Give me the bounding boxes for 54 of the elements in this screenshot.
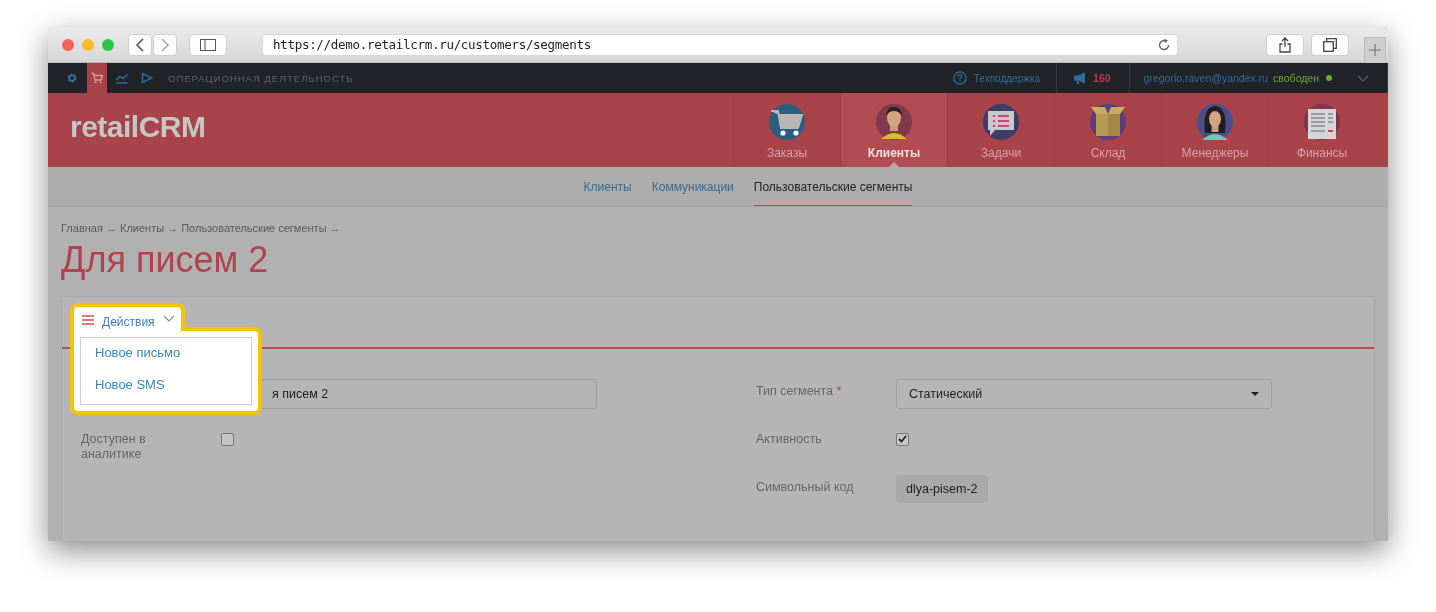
plus-icon: [1369, 44, 1381, 56]
chat-icon: [982, 103, 1020, 141]
box-icon: [1089, 103, 1127, 141]
page-title: Для писем 2: [61, 240, 270, 280]
reload-icon[interactable]: [1157, 37, 1171, 52]
back-button[interactable]: [128, 33, 152, 56]
chart-icon: [116, 72, 128, 84]
actions-button[interactable]: Действия: [70, 302, 185, 331]
nav-tab[interactable]: Клиенты: [840, 93, 947, 167]
chevron-down-icon: [162, 314, 175, 322]
field-label: Символьный код: [756, 479, 854, 494]
window-control-icon[interactable]: [102, 38, 114, 51]
field-label: Доступен в аналитике: [81, 431, 146, 462]
user-status: свободен: [1273, 72, 1319, 84]
play-icon: [141, 72, 153, 84]
user-email-link[interactable]: gregorio.raven@yandex.ru: [1143, 72, 1269, 84]
subnav-tab[interactable]: Коммуникации: [651, 167, 734, 206]
status-dot-icon: [1326, 75, 1332, 81]
chevron-down-icon: [1356, 74, 1369, 82]
segment-type-dropdown[interactable]: Статический: [896, 378, 1272, 409]
sidebar-icon: [200, 38, 216, 51]
url-text: https://demo.retailcrm.ru/customers/segments: [273, 37, 591, 52]
new-tab-button[interactable]: [1364, 36, 1386, 63]
subnav-tab[interactable]: Клиенты: [583, 167, 632, 206]
document-icon: [1303, 103, 1341, 141]
breadcrumbs: Главная → Клиенты → Пользовательские сегменты →: [61, 222, 342, 234]
person-icon: [1196, 103, 1234, 141]
menu-icon: [82, 314, 94, 325]
share-button[interactable]: [1266, 33, 1304, 56]
code-value: dlya-pisem-2: [896, 474, 988, 503]
window-control-icon[interactable]: [82, 38, 94, 51]
tabs-button[interactable]: [1311, 33, 1349, 56]
section-title: ОПЕРАЦИОННАЯ ДЕЯТЕЛЬНОСТЬ: [168, 72, 354, 84]
field-label: Тип сегмента *: [756, 383, 842, 398]
chevron-right-icon: [160, 37, 170, 52]
window-control-icon[interactable]: [62, 38, 74, 51]
chevron-left-icon: [135, 37, 145, 52]
sidebar-button[interactable]: [189, 33, 227, 56]
help-icon: [952, 71, 967, 85]
checkbox[interactable]: [221, 432, 234, 446]
logo[interactable]: retailCRM: [70, 110, 206, 150]
field-label: Активность: [756, 431, 822, 446]
settings-icon: [66, 72, 78, 84]
cart-icon: [91, 72, 103, 84]
caret-down-icon: [1251, 391, 1259, 396]
subnav-tab[interactable]: Пользовательские сегменты: [753, 167, 913, 206]
address-bar[interactable]: https://demo.retailcrm.ru/customers/segments: [262, 33, 1178, 56]
share-icon: [1279, 36, 1291, 53]
tabs-icon: [1323, 37, 1337, 52]
checkbox[interactable]: [896, 432, 909, 446]
menu-item[interactable]: Новое письмо: [81, 334, 251, 368]
cart-button[interactable]: [87, 63, 107, 93]
person-icon: [875, 103, 913, 141]
cart-icon: [768, 103, 806, 141]
